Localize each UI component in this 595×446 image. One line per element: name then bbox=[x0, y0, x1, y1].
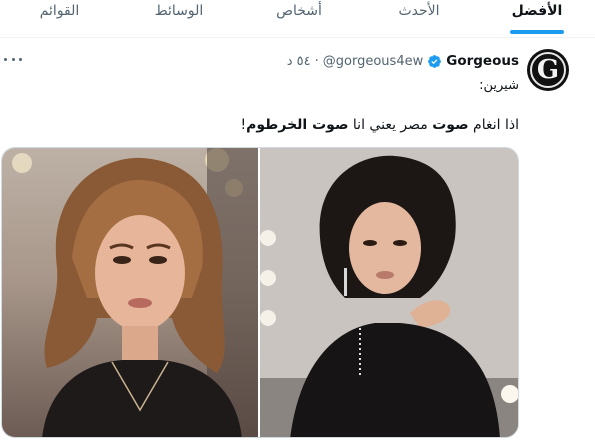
tweet-text-line2: اذا انغام صوت مصر يعني انا صوت الخرطوم! bbox=[241, 117, 519, 133]
verified-badge-icon bbox=[428, 54, 442, 68]
tweet-media bbox=[1, 147, 519, 438]
tab-lists-label: القوائم bbox=[39, 3, 80, 19]
tweet-text-part: اذا انغام bbox=[468, 117, 519, 133]
more-dot bbox=[11, 57, 15, 61]
tweet-header: Gorgeous @gorgeous4ew · ٥٤ د bbox=[287, 52, 519, 70]
photo-left[interactable] bbox=[2, 148, 258, 437]
portrait-woman-vanity-mirror-image bbox=[260, 148, 518, 437]
more-horizontal-icon[interactable] bbox=[4, 51, 22, 67]
avatar-logo: G bbox=[530, 52, 566, 88]
tabs-divider bbox=[0, 37, 595, 38]
portrait-woman-short-hair-image bbox=[12, 148, 258, 437]
tab-people[interactable]: أشخاص bbox=[239, 0, 359, 37]
tab-people-label: أشخاص bbox=[276, 3, 322, 19]
avatar[interactable]: G bbox=[527, 49, 569, 91]
more-dot bbox=[19, 57, 22, 61]
tab-latest[interactable]: الأحدث bbox=[359, 0, 479, 37]
tab-media[interactable]: الوسائط bbox=[119, 0, 239, 37]
handle[interactable]: @gorgeous4ew bbox=[323, 54, 423, 69]
display-name[interactable]: Gorgeous bbox=[446, 53, 519, 69]
avatar-letter: G bbox=[536, 55, 560, 85]
tab-active-indicator bbox=[510, 30, 564, 34]
search-tabs: الأفضل الأحدث أشخاص الوسائط القوائم bbox=[0, 0, 595, 37]
timestamp[interactable]: ٥٤ د bbox=[287, 54, 311, 69]
tweet-text-bold: صوت الخرطوم bbox=[246, 117, 349, 133]
tab-latest-label: الأحدث bbox=[398, 3, 440, 19]
tweet-text-part: مصر يعني انا bbox=[348, 117, 433, 133]
tab-top-label: الأفضل bbox=[511, 3, 563, 19]
more-dot bbox=[4, 57, 7, 61]
tweet-text-bold: صوت bbox=[432, 117, 469, 133]
tab-media-label: الوسائط bbox=[154, 3, 204, 19]
separator-dot: · bbox=[314, 53, 319, 69]
tab-top[interactable]: الأفضل bbox=[479, 0, 595, 37]
tweet-text-line1: شيرين: bbox=[479, 78, 519, 93]
photo-right[interactable] bbox=[260, 148, 518, 437]
tab-lists[interactable]: القوائم bbox=[0, 0, 119, 37]
